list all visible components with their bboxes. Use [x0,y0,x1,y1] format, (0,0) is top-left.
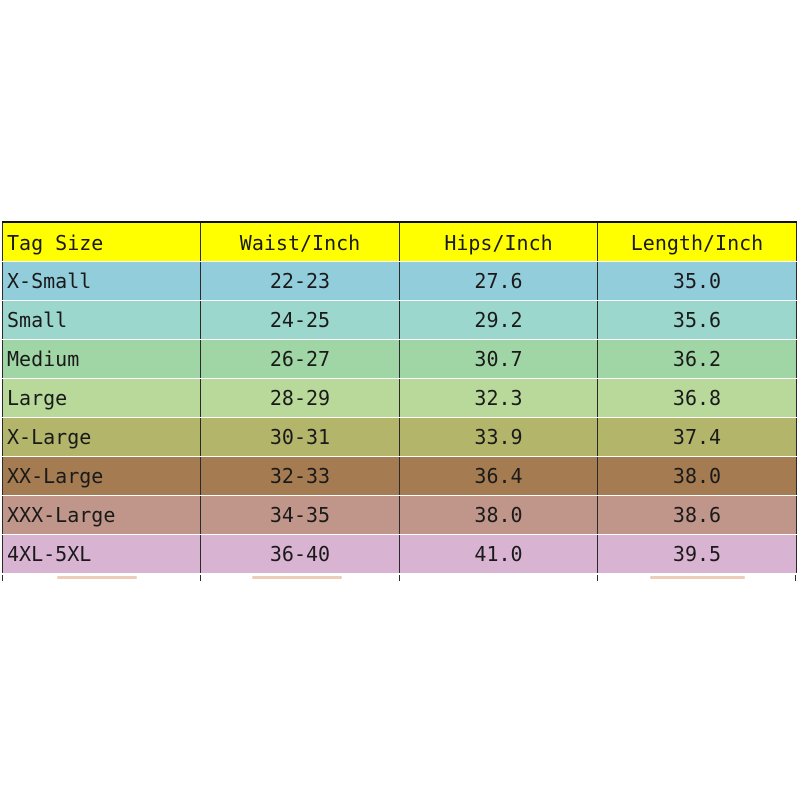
waist-cell: 22-23 [200,261,400,301]
tag-size-cell: 4XL-5XL [2,534,201,574]
hips-cell: 36.4 [399,456,598,496]
tag-size-cell: X-Large [2,417,201,457]
column-divider [2,575,3,581]
waist-cell: 30-31 [200,417,400,457]
table-row: X-Small 22-23 27.6 35.0 [2,261,797,301]
length-cell: 37.4 [597,417,797,457]
table-row: 4XL-5XL 36-40 41.0 39.5 [2,534,797,574]
header-row: Tag Size Waist/Inch Hips/Inch Length/Inc… [2,222,797,262]
waist-cell: 24-25 [200,300,400,340]
waist-cell: 34-35 [200,495,400,535]
tag-size-cell: Large [2,378,201,418]
image-fragment [252,576,342,579]
column-divider [597,575,598,581]
length-cell: 36.8 [597,378,797,418]
header-hips: Hips/Inch [399,222,598,262]
hips-cell: 41.0 [399,534,598,574]
length-cell: 35.6 [597,300,797,340]
waist-cell: 36-40 [200,534,400,574]
table-row: Large 28-29 32.3 36.8 [2,378,797,418]
header-tag-size: Tag Size [2,222,201,262]
length-cell: 35.0 [597,261,797,301]
header-length: Length/Inch [597,222,797,262]
waist-cell: 32-33 [200,456,400,496]
column-divider [795,575,796,581]
tag-size-cell: Small [2,300,201,340]
image-fragment [57,576,137,579]
length-cell: 38.6 [597,495,797,535]
table-row: XXX-Large 34-35 38.0 38.6 [2,495,797,535]
waist-cell: 26-27 [200,339,400,379]
hips-cell: 29.2 [399,300,598,340]
hips-cell: 27.6 [399,261,598,301]
tag-size-cell: XX-Large [2,456,201,496]
header-waist: Waist/Inch [200,222,400,262]
hips-cell: 32.3 [399,378,598,418]
table-row: Small 24-25 29.2 35.6 [2,300,797,340]
column-divider [399,575,400,581]
table-row: Medium 26-27 30.7 36.2 [2,339,797,379]
length-cell: 39.5 [597,534,797,574]
hips-cell: 33.9 [399,417,598,457]
tag-size-cell: Medium [2,339,201,379]
table-row: X-Large 30-31 33.9 37.4 [2,417,797,457]
hips-cell: 30.7 [399,339,598,379]
length-cell: 38.0 [597,456,797,496]
size-chart-table: Tag Size Waist/Inch Hips/Inch Length/Inc… [2,221,797,574]
table-cutoff-edge [2,575,796,581]
table-row: XX-Large 32-33 36.4 38.0 [2,456,797,496]
column-divider [200,575,201,581]
tag-size-cell: X-Small [2,261,201,301]
waist-cell: 28-29 [200,378,400,418]
hips-cell: 38.0 [399,495,598,535]
tag-size-cell: XXX-Large [2,495,201,535]
length-cell: 36.2 [597,339,797,379]
image-fragment [650,576,745,579]
